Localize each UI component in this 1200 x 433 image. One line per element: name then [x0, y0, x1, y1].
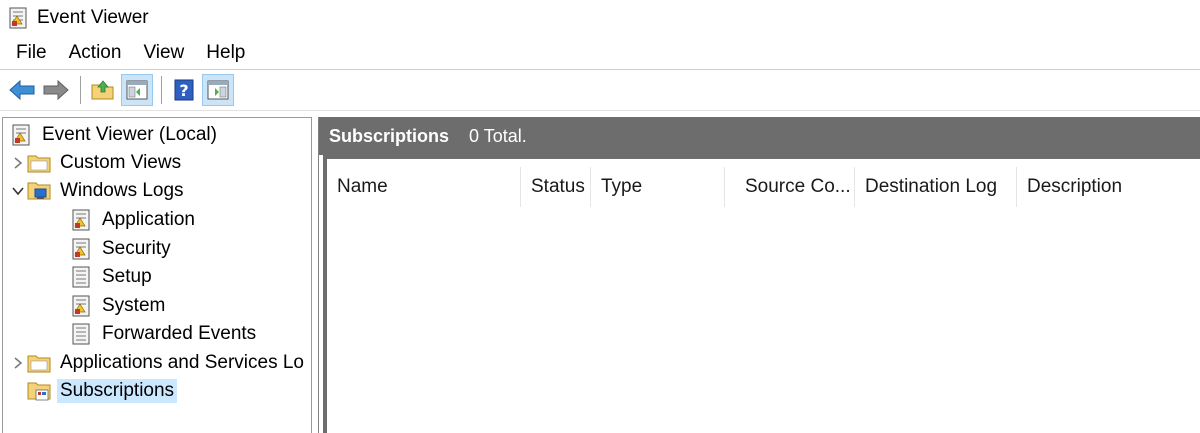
tree-label: Event Viewer (Local)	[42, 124, 217, 145]
results-pane: Subscriptions 0 Total. Name Status Type …	[318, 117, 1200, 433]
tree-item-application[interactable]: Application	[69, 206, 198, 234]
tree-item-applications-and-services[interactable]: Applications and Services Lo	[9, 349, 307, 377]
column-header-destination-log[interactable]: Destination Log	[855, 167, 1017, 207]
column-header-status[interactable]: Status	[521, 167, 591, 207]
tree-item-event-viewer-local[interactable]: Event Viewer (Local)	[9, 121, 220, 149]
toolbar: ?	[0, 73, 1200, 107]
help-icon: ?	[174, 79, 194, 101]
back-button[interactable]	[6, 74, 38, 106]
event-log-icon	[72, 238, 90, 260]
menu-divider	[0, 69, 1200, 70]
tree-item-setup[interactable]: Setup	[69, 263, 155, 291]
event-log-icon	[72, 209, 90, 231]
windows-logs-folder-icon	[27, 182, 51, 200]
forward-button[interactable]	[40, 74, 72, 106]
tree-label: Setup	[102, 266, 152, 287]
tree-item-windows-logs[interactable]: Windows Logs	[9, 177, 187, 205]
open-folder-icon	[91, 80, 114, 100]
subscriptions-icon	[27, 382, 51, 401]
tree-label: Windows Logs	[60, 180, 184, 201]
plain-log-icon	[72, 323, 90, 345]
title-bar: Event Viewer	[0, 0, 1200, 36]
expand-chevron-icon[interactable]	[9, 149, 27, 177]
toolbar-separator	[80, 76, 81, 104]
menu-file[interactable]: File	[16, 42, 47, 64]
tree-label: Forwarded Events	[102, 323, 257, 344]
column-header-source-computers[interactable]: Source Co...	[725, 167, 855, 207]
menu-view[interactable]: View	[143, 42, 184, 64]
show-hide-console-tree-button[interactable]	[121, 74, 153, 106]
menu-help[interactable]: Help	[206, 42, 245, 64]
tree-item-system[interactable]: System	[69, 292, 168, 320]
show-hide-action-pane-icon	[207, 80, 229, 100]
column-headers: Name Status Type Source Co... Destinatio…	[327, 167, 1200, 207]
event-viewer-icon	[12, 124, 30, 146]
window-title: Event Viewer	[37, 7, 149, 28]
pane-count: 0 Total.	[469, 125, 527, 146]
toolbar-divider	[0, 110, 1200, 111]
menu-action[interactable]: Action	[69, 42, 122, 64]
back-arrow-icon	[9, 80, 35, 100]
event-viewer-app-icon	[9, 7, 27, 29]
tree-item-custom-views[interactable]: Custom Views	[9, 149, 184, 177]
tree-item-security[interactable]: Security	[69, 235, 174, 263]
event-log-icon	[72, 295, 90, 317]
folder-icon	[27, 155, 51, 173]
show-hide-action-pane-button[interactable]	[202, 74, 234, 106]
svg-text:?: ?	[179, 81, 188, 100]
expand-chevron-icon[interactable]	[9, 349, 27, 377]
column-header-description[interactable]: Description	[1017, 167, 1197, 207]
tree-label: Applications and Services Lo	[60, 352, 304, 373]
help-button[interactable]: ?	[168, 74, 200, 106]
tree-label: Custom Views	[60, 152, 182, 173]
tree-item-forwarded-events[interactable]: Forwarded Events	[69, 320, 259, 348]
folder-icon	[27, 355, 51, 373]
tree-label: Security	[102, 238, 171, 259]
column-header-name[interactable]: Name	[327, 167, 521, 207]
collapse-chevron-icon[interactable]	[9, 177, 27, 205]
tree-label: Application	[102, 209, 195, 230]
pane-header: Subscriptions 0 Total.	[319, 117, 1200, 155]
subscriptions-list[interactable]: Name Status Type Source Co... Destinatio…	[323, 155, 1200, 433]
tree-label: System	[102, 295, 166, 316]
toolbar-separator	[161, 76, 162, 104]
menu-bar: File Action View Help	[0, 38, 1200, 68]
column-header-type[interactable]: Type	[591, 167, 725, 207]
forward-arrow-icon	[43, 80, 69, 100]
plain-log-icon	[72, 266, 90, 288]
console-tree[interactable]: Event Viewer (Local) Custom Views Window…	[2, 117, 312, 433]
tree-label: Subscriptions	[57, 379, 178, 403]
tree-item-subscriptions[interactable]: Subscriptions	[27, 377, 178, 405]
up-level-button[interactable]	[87, 74, 119, 106]
show-hide-tree-icon	[126, 80, 148, 100]
pane-title: Subscriptions	[329, 125, 450, 146]
